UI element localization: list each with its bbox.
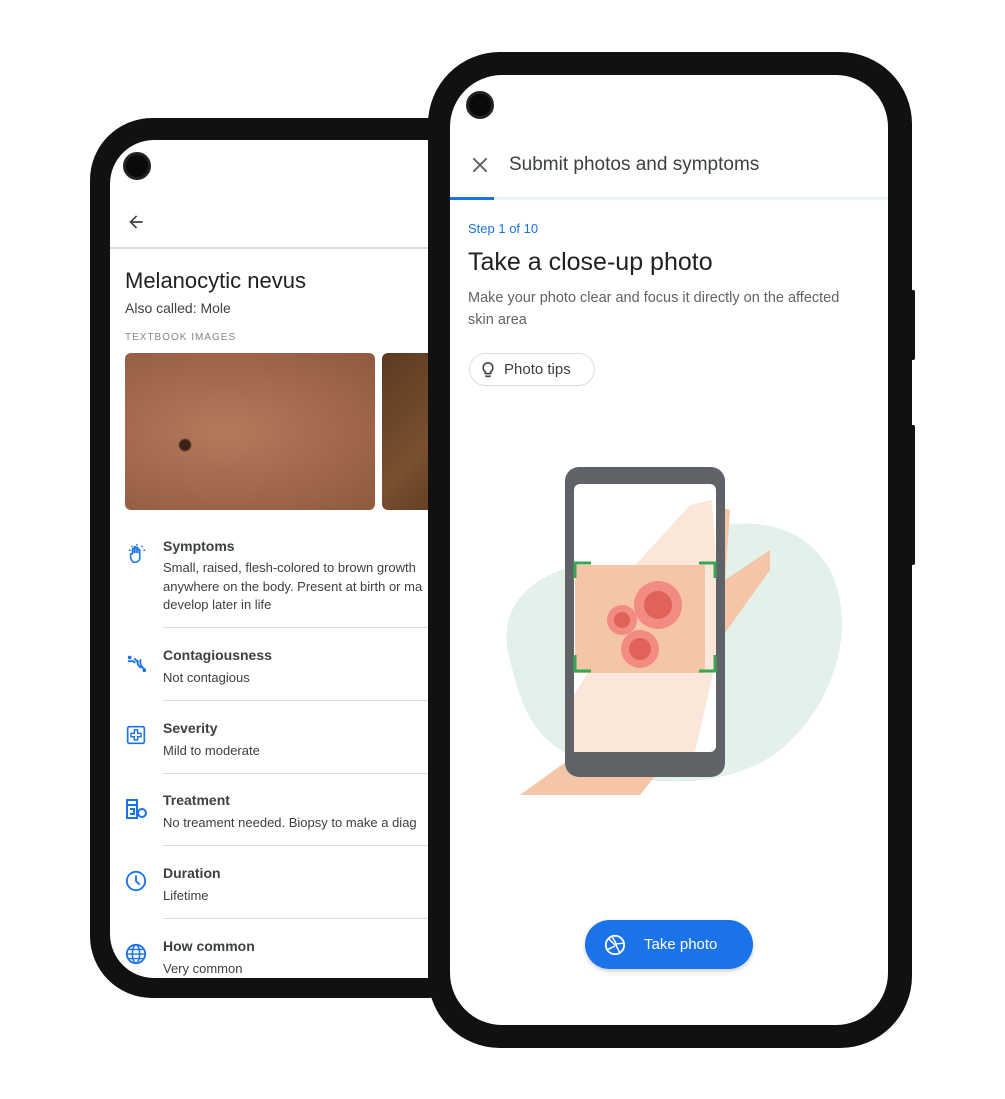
camera-icon [123, 152, 151, 180]
treatment-text: No treament needed. Biopsy to make a dia… [163, 815, 417, 830]
description: skin area [468, 312, 527, 328]
submit-photos-screen: Submit photos and symptoms Step 1 of 10 … [450, 75, 888, 1025]
camera-icon [466, 91, 494, 119]
photo-tips-button[interactable]: Photo tips [469, 353, 595, 386]
symptoms-text: anywhere on the body. Present at birth o… [163, 579, 423, 594]
page-heading: Take a close-up photo [468, 248, 713, 276]
close-up-photo-illustration [506, 467, 842, 795]
divider [163, 845, 470, 846]
treatment-title: Treatment [163, 792, 230, 808]
severity-text: Mild to moderate [163, 743, 260, 758]
hand-icon [128, 543, 146, 564]
description: Make your photo clear and focus it direc… [468, 290, 840, 306]
divider [163, 627, 470, 628]
photo-tips-label: Photo tips [504, 361, 571, 378]
divider [163, 918, 470, 919]
how-common-text: Very common [163, 961, 243, 976]
condition-detail-screen: Melanocytic nevus Also called: Mole TEXT… [110, 140, 470, 978]
clock-icon [125, 870, 147, 892]
take-photo-label: Take photo [644, 936, 718, 953]
condition-alias: Also called: Mole [125, 300, 231, 316]
medication-icon [126, 799, 147, 819]
header-divider [110, 247, 470, 249]
duration-text: Lifetime [163, 888, 209, 903]
severity-title: Severity [163, 720, 218, 736]
duration-title: Duration [163, 865, 221, 881]
medical-plus-icon [126, 725, 146, 745]
symptoms-text: Small, raised, flesh-colored to brown gr… [163, 560, 416, 575]
progress-bar [450, 197, 888, 200]
section-label: TEXTBOOK IMAGES [125, 332, 237, 343]
progress-fill [450, 197, 494, 200]
take-photo-button[interactable]: Take photo [585, 920, 753, 969]
contagiousness-title: Contagiousness [163, 647, 272, 663]
header-title: Submit photos and symptoms [509, 154, 760, 175]
condition-title: Melanocytic nevus [125, 268, 306, 293]
divider [163, 700, 470, 701]
contagiousness-text: Not contagious [163, 670, 250, 685]
camera-shutter-icon [604, 934, 626, 955]
contagion-icon [127, 655, 147, 673]
back-arrow-icon[interactable] [126, 212, 146, 232]
divider [163, 773, 470, 774]
how-common-title: How common [163, 938, 255, 954]
step-indicator: Step 1 of 10 [468, 221, 539, 236]
textbook-image[interactable] [125, 353, 375, 510]
symptoms-text: develop later in life [163, 597, 272, 612]
lightbulb-icon [482, 361, 494, 377]
close-icon[interactable] [470, 155, 490, 175]
globe-icon [125, 943, 147, 965]
symptoms-title: Symptoms [163, 538, 235, 554]
